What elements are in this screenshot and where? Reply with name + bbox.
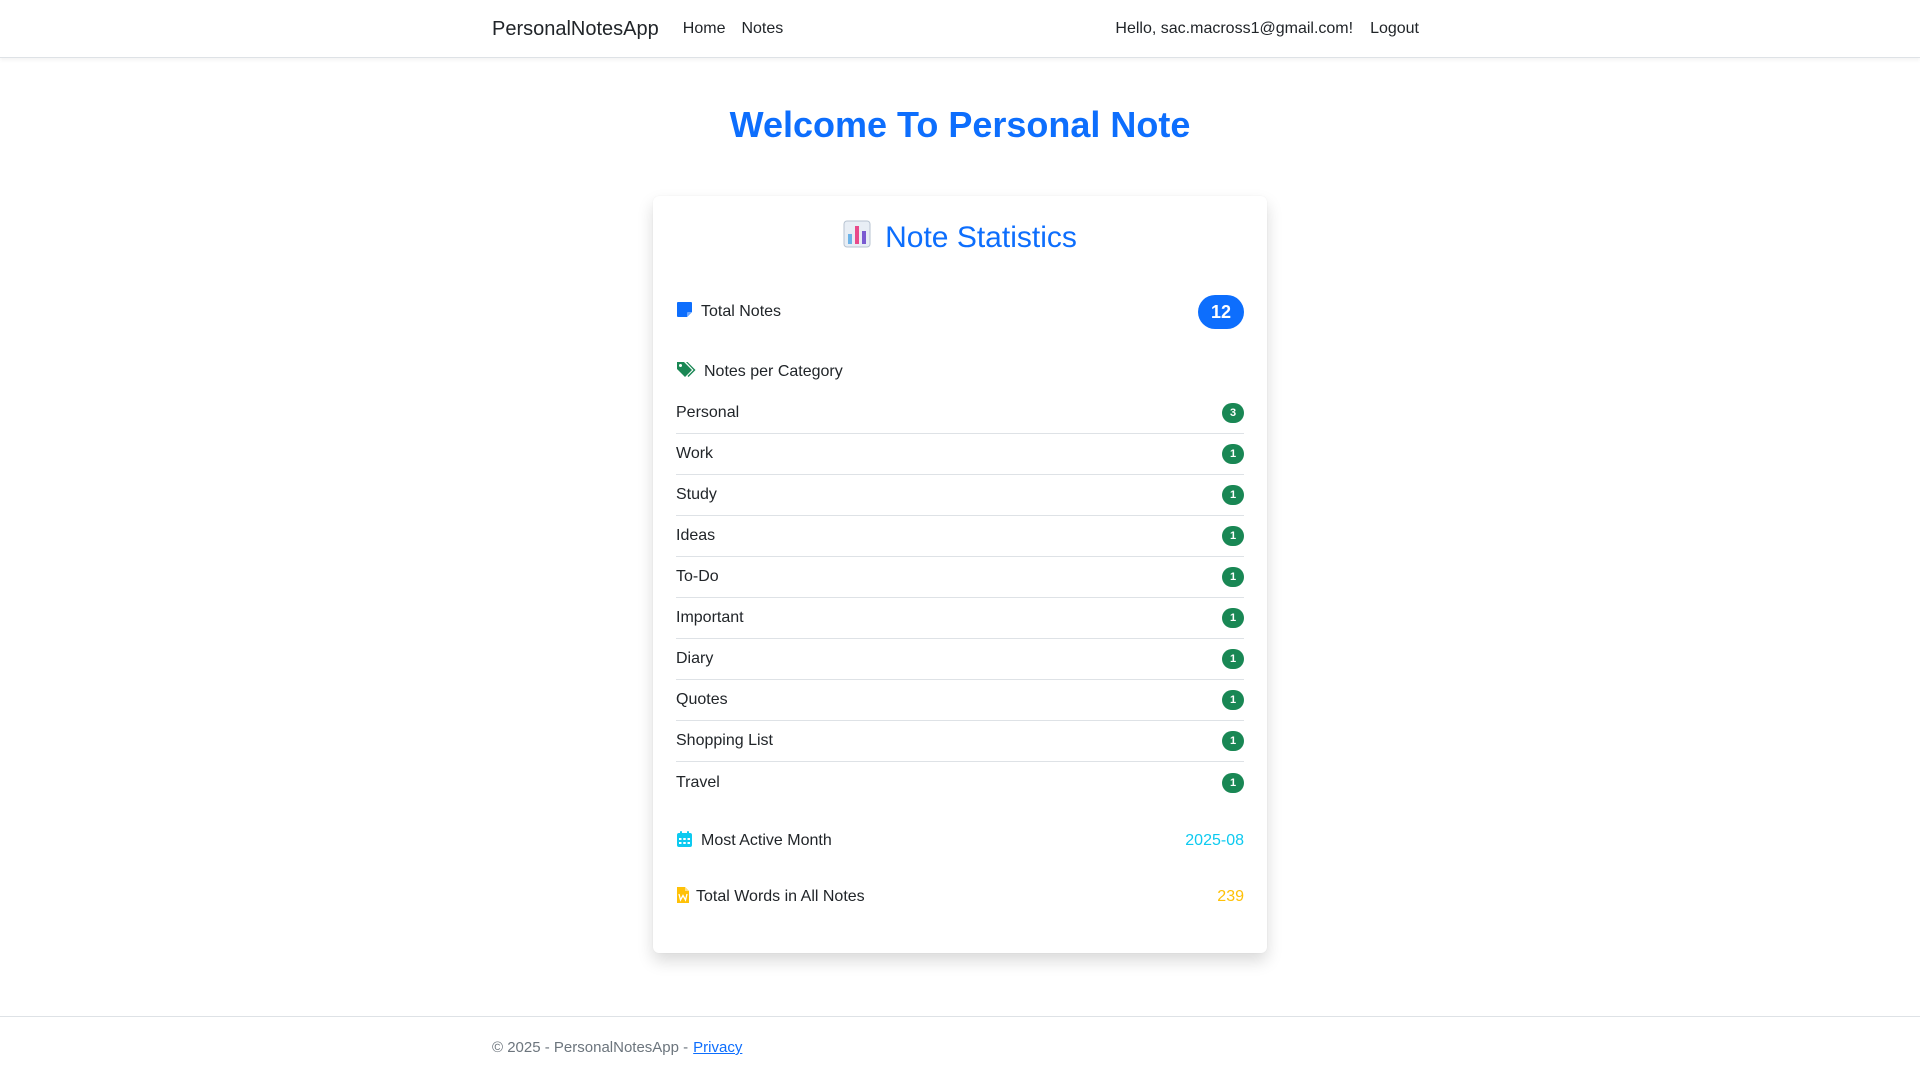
list-item: Ideas 1 [676,516,1244,557]
category-name: To-Do [676,568,719,585]
total-notes-badge: 12 [1198,295,1244,329]
category-name: Ideas [676,527,716,544]
category-count-badge: 1 [1222,567,1244,587]
list-item: Personal 3 [676,393,1244,434]
total-words-label: Total Words in All Notes [696,888,865,905]
privacy-link[interactable]: Privacy [693,1039,742,1056]
most-active-month-label: Most Active Month [701,832,832,849]
card-title: Note Statistics [653,220,1267,256]
list-item: Quotes 1 [676,680,1244,721]
list-item: Diary 1 [676,639,1244,680]
sticky-note-icon [676,301,693,323]
category-name: Personal [676,404,740,421]
category-name: Travel [676,773,720,791]
category-name: Quotes [676,691,728,708]
footer: © 2025 - PersonalNotesApp - Privacy [0,1016,1920,1078]
navbar: PersonalNotesApp Home Notes Hello, sac.m… [0,0,1920,58]
category-name: Shopping List [676,732,773,749]
category-count-badge: 1 [1222,485,1244,505]
nav-link-notes[interactable]: Notes [741,20,783,38]
logout-button[interactable]: Logout [1370,20,1419,38]
statistics-card: Note Statistics Total Notes 12 Notes per… [653,196,1267,953]
brand-link[interactable]: PersonalNotesApp [492,18,659,41]
category-count-badge: 3 [1222,403,1244,423]
navbar-container: PersonalNotesApp Home Notes Hello, sac.m… [492,0,1419,58]
category-name: Important [676,609,744,626]
list-item: To-Do 1 [676,557,1244,598]
category-count-badge: 1 [1222,526,1244,546]
most-active-month-value: 2025-08 [1185,832,1244,849]
per-category-heading: Notes per Category [676,360,1244,384]
tags-icon [676,361,696,383]
total-notes-label: Total Notes [701,303,782,320]
list-item: Shopping List 1 [676,721,1244,762]
per-category-label: Notes per Category [704,363,843,380]
total-words-value: 239 [1217,888,1244,905]
category-name: Work [676,445,714,462]
category-list: Personal 3 Work 1 Study 1 Ideas 1 To-Do … [676,393,1244,803]
category-name: Study [676,486,717,503]
list-item: Study 1 [676,475,1244,516]
total-notes-row: Total Notes 12 [676,295,1244,329]
list-item: Work 1 [676,434,1244,475]
nav-link-home[interactable]: Home [683,20,726,38]
list-item: Travel 1 [676,762,1244,803]
category-count-badge: 1 [1222,772,1244,793]
card-title-text: Note Statistics [885,221,1077,254]
page-title: Welcome To Personal Note [729,104,1191,145]
user-greeting[interactable]: Hello, sac.macross1@gmail.com! [1115,20,1353,38]
most-active-month-row: Most Active Month 2025-08 [676,829,1244,853]
category-count-badge: 1 [1222,649,1244,669]
category-count-badge: 1 [1222,731,1244,751]
footer-content: © 2025 - PersonalNotesApp - Privacy [492,1039,742,1056]
word-file-icon [676,886,690,909]
copyright-text: © 2025 - PersonalNotesApp - [492,1039,689,1056]
category-name: Diary [676,650,714,667]
category-count-badge: 1 [1222,444,1244,464]
category-count-badge: 1 [1222,690,1244,710]
calendar-icon [676,830,693,853]
bar-chart-icon [843,220,871,256]
total-words-row: Total Words in All Notes 239 [676,885,1244,909]
list-item: Important 1 [676,598,1244,639]
category-count-badge: 1 [1222,608,1244,628]
